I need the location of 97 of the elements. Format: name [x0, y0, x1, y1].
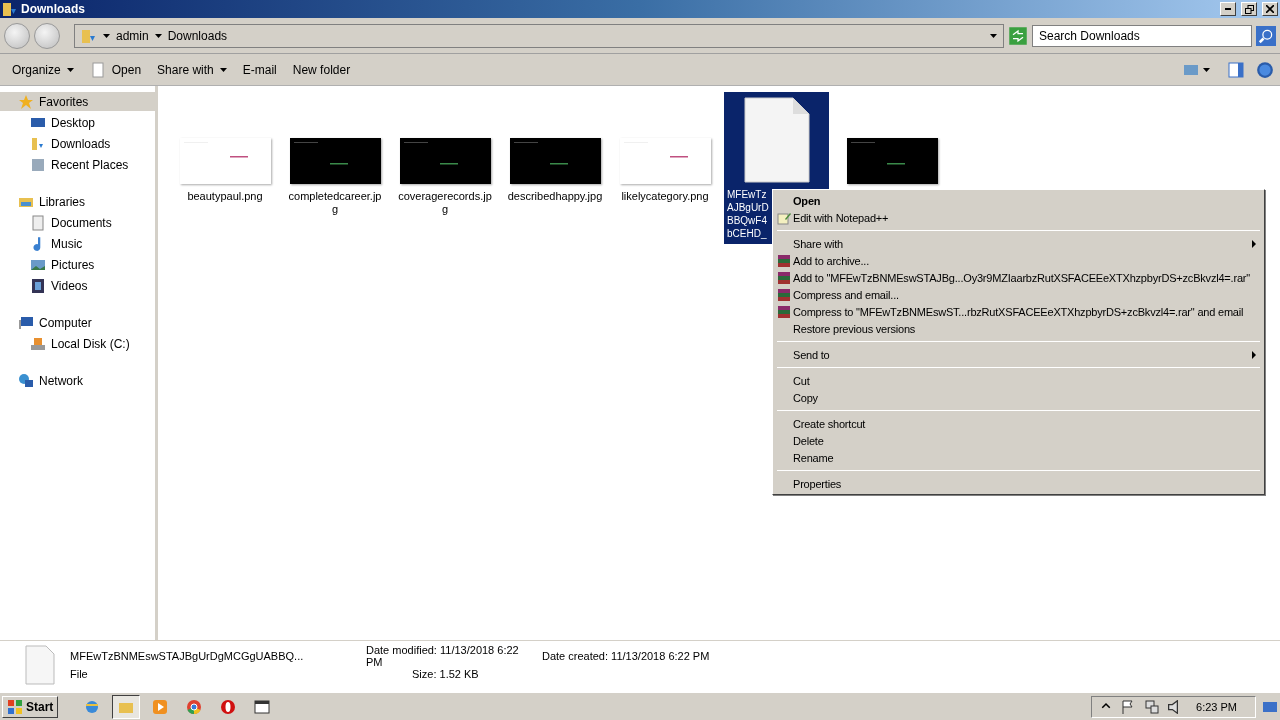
refresh-icon: [1008, 25, 1028, 46]
nav-item[interactable]: Computer: [0, 313, 155, 332]
menu-item[interactable]: Rename: [775, 449, 1262, 466]
network-icon: [1144, 698, 1161, 715]
star-icon: [18, 93, 34, 110]
file-name: describedhappy.jpg: [507, 190, 603, 203]
caret-icon: [990, 33, 997, 38]
document-icon: [30, 214, 46, 231]
caret-icon: [66, 67, 74, 72]
archive-icon: [777, 304, 791, 319]
submenu-arrow-icon: [1252, 350, 1256, 359]
menu-item[interactable]: Properties: [775, 475, 1262, 492]
toolbar-button[interactable]: E-mail: [236, 58, 283, 81]
detail-text: Date created: 11/13/2018 6:22 PM: [542, 650, 711, 662]
minimize-button[interactable]: [1220, 2, 1236, 16]
file-item[interactable]: likelycategory.png: [618, 92, 712, 203]
network-icon: [18, 372, 34, 389]
window-icon: [254, 698, 271, 715]
speaker-icon: [1168, 699, 1179, 714]
browser-icon: [84, 698, 101, 715]
drive-icon: [30, 335, 46, 352]
menu-item[interactable]: Add to archive...: [775, 252, 1262, 269]
nav-item[interactable]: Network: [0, 371, 155, 390]
archive-icon: [777, 287, 791, 302]
file-item[interactable]: completedcareer.jp g: [288, 92, 382, 216]
toolbar-button[interactable]: Open: [83, 57, 148, 82]
nav-item[interactable]: Recent Places: [0, 155, 155, 174]
menu-item[interactable]: Add to "MFEwTzBNMEswSTAJBg...Oy3r9MZIaarbzRutXSFACEEeXTXhzpbyrDS+zcBkvzl4=.rar": [775, 269, 1262, 286]
nav-item[interactable]: Downloads: [0, 134, 155, 153]
start-button[interactable]: Start: [2, 695, 59, 718]
file-item[interactable]: coveragerecords.jp g: [398, 92, 492, 216]
window-title: Downloads: [21, 2, 86, 16]
folder-icon: [81, 27, 97, 44]
caret-icon: [219, 67, 227, 72]
detail-text: Size: 1.52 KB: [411, 668, 480, 680]
file-name: completedcareer.jp g: [288, 190, 382, 216]
menu-item[interactable]: Restore previous versions: [775, 320, 1262, 337]
menu-item[interactable]: Cut: [775, 372, 1262, 389]
toolbar-button[interactable]: Share with: [151, 58, 233, 81]
submenu-arrow-icon: [1252, 239, 1256, 248]
close-icon: [1266, 5, 1274, 13]
file-item[interactable]: beautypaul.png: [178, 92, 272, 203]
archive-icon: [777, 270, 791, 285]
folder-icon: [2, 1, 18, 17]
notepad-icon: [777, 210, 791, 225]
computer-icon: [18, 314, 34, 331]
nav-item[interactable]: Pictures: [0, 255, 155, 274]
caret-icon: [1203, 67, 1210, 72]
caret-icon: [103, 33, 110, 38]
nav-item[interactable]: Documents: [0, 213, 155, 232]
search-icon: [1256, 25, 1276, 46]
file-name: AJBgUrD: [727, 201, 769, 214]
search-field[interactable]: Search Downloads: [1032, 24, 1252, 47]
film-icon: [30, 277, 46, 294]
taskbar-button[interactable]: [112, 694, 141, 719]
close-button[interactable]: [1262, 2, 1278, 16]
nav-item[interactable]: Videos: [0, 276, 155, 295]
file-name: MFEwTzBNMEswSTAJBgUrDgMCGgUABBQ...: [70, 650, 305, 662]
file-name: bCEHD_: [727, 227, 768, 240]
document-icon: [89, 61, 106, 78]
file-name: MFEwTz: [727, 188, 768, 201]
preview-pane-icon: [1228, 61, 1244, 78]
nav-item[interactable]: Libraries: [0, 192, 155, 211]
breadcrumb[interactable]: Downloads: [167, 28, 228, 43]
menu-item[interactable]: Compress to "MFEwTzBNMEswST...rbzRutXSFACEEeXTXhzpbyrDS+zcBkvzl4=.rar" and email: [775, 303, 1262, 320]
media-player-icon: [152, 698, 169, 715]
nav-item[interactable]: Desktop: [0, 113, 155, 132]
restore-button[interactable]: [1241, 2, 1257, 16]
toolbar-button[interactable]: New folder: [286, 58, 357, 81]
detail-text: Date modified: 11/13/2018 6:22 PM: [366, 644, 520, 668]
folder-icon: [30, 135, 46, 152]
chrome-icon: [186, 698, 203, 715]
nav-item[interactable]: Music: [0, 234, 155, 253]
file-name: beautypaul.png: [187, 190, 263, 203]
file-type: File: [70, 668, 89, 680]
toolbar-button[interactable]: Organize: [6, 58, 80, 81]
windows-logo-icon: [7, 698, 23, 715]
archive-icon: [777, 253, 791, 268]
document-icon: [24, 645, 56, 685]
opera-icon: [220, 698, 237, 715]
caret-icon: [154, 33, 162, 38]
restore-icon: [1244, 4, 1254, 14]
menu-item[interactable]: Copy: [775, 389, 1262, 406]
nav-item[interactable]: Favorites: [0, 92, 155, 111]
nav-item[interactable]: Local Disk (C:): [0, 334, 155, 353]
menu-item[interactable]: Create shortcut: [775, 415, 1262, 432]
clock: 6:23 PM: [1195, 700, 1238, 713]
file-item[interactable]: describedhappy.jpg: [508, 92, 602, 203]
menu-item[interactable]: Send to: [775, 346, 1262, 363]
file-name: BBQwF4: [727, 214, 768, 227]
address-bar[interactable]: admin Downloads: [74, 23, 1004, 48]
file-name: likelycategory.png: [621, 190, 709, 203]
minimize-icon: [1225, 8, 1231, 10]
breadcrumb[interactable]: admin: [116, 28, 149, 43]
file-name: coveragerecords.jp g: [398, 190, 492, 216]
menu-item[interactable]: Delete: [775, 432, 1262, 449]
menu-item[interactable]: Compress and email...: [775, 286, 1262, 303]
